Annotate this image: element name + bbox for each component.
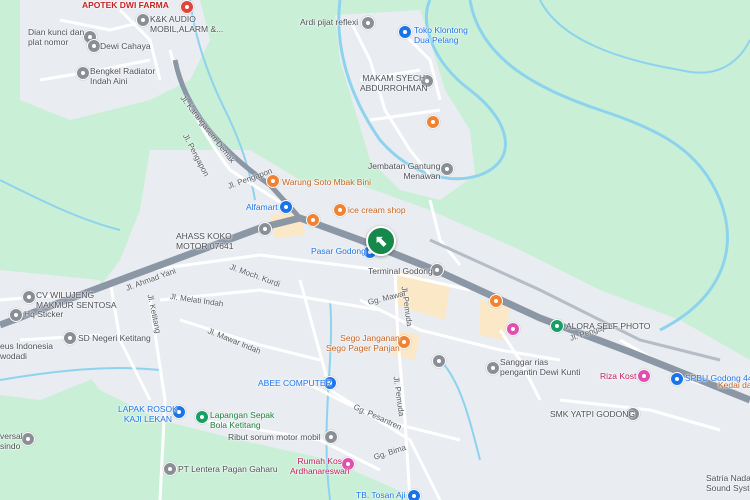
shop-icon[interactable] [407,489,421,500]
ice-cream-icon[interactable] [333,203,347,217]
place-label-smk-yatpi[interactable]: SMK YATPI GODONG [550,409,635,419]
place-pin-icon[interactable] [76,66,90,80]
place-label-telkom-indonesia[interactable]: eus Indonesia wodadi [0,341,53,361]
place-label-universal[interactable]: versal sindo [0,431,23,451]
place-label-rumah-kos[interactable]: Rumah Kos Ardhanareswari [290,456,350,476]
place-label-hq-sticker[interactable]: Hq Sticker [24,309,63,319]
current-location-icon[interactable]: ⬉ [366,226,396,256]
place-pin-icon[interactable] [21,432,35,446]
school-icon[interactable] [63,331,77,345]
restaurant-icon[interactable] [266,174,280,188]
place-label-kedai[interactable]: Kedai da [718,380,750,390]
place-label-pasar-godong[interactable]: Pasar Godong [311,246,366,256]
place-pin-icon[interactable] [22,290,36,304]
place-label-jembatan-gantung[interactable]: Jembatan Gantung Menawan [368,161,440,181]
place-label-pt-lentera[interactable]: PT Lentera Pagan Gaharu [178,464,278,474]
map-canvas[interactable]: Jl. Ahmad Yani Jl. Pengapon Jl. Pengapon… [0,0,750,500]
lodging-icon[interactable] [506,322,520,336]
place-pin-icon[interactable] [432,354,446,368]
place-pin-icon[interactable] [136,13,150,27]
restaurant-icon[interactable] [426,115,440,129]
pharmacy-icon[interactable] [180,0,194,14]
place-label-toko-klontong[interactable]: Toko Klontong Dua Pelang [414,25,468,45]
place-label-dewi-cahaya[interactable]: Dewi Cahaya [100,41,151,51]
place-label-apotek-dwi-farma[interactable]: APOTEK DWI FARMA [82,0,169,10]
place-pin-icon[interactable] [440,162,454,176]
place-pin-icon[interactable] [87,39,101,53]
place-label-sd-negeri[interactable]: SD Negeri Ketitang [78,333,151,343]
place-label-warung-soto[interactable]: Warung Soto Mbak Bini [282,177,371,187]
place-label-sego-janganan[interactable]: Sego Janganan Sego Pager Panjan [326,333,400,353]
place-label-ribut-sorum[interactable]: Ribut sorum motor mobil [228,432,321,442]
place-label-lapangan-sepak-bola[interactable]: Lapangan Sepak Bola Ketitang [210,410,274,430]
place-label-alora-self-photo[interactable]: ALORA SELF PHOTO [566,321,650,331]
shop-icon[interactable] [279,200,293,214]
place-label-kk-audio[interactable]: K&K AUDIO MOBIL,ALARM &... [150,14,223,34]
place-pin-icon[interactable] [361,16,375,30]
place-pin-icon[interactable] [486,361,500,375]
restaurant-icon[interactable] [306,213,320,227]
river-west [0,179,121,231]
place-pin-icon[interactable] [324,430,338,444]
place-pin-icon[interactable] [550,319,564,333]
place-label-abee-computer[interactable]: ABEE COMPUTER [258,378,332,388]
place-label-cv-wilujeng[interactable]: CV WILUJENG MAKMUR SENTOSA [36,290,117,310]
place-label-alfamart[interactable]: Alfamart [246,202,278,212]
place-label-riza-kost[interactable]: Riza Kost [600,371,636,381]
park-icon[interactable] [195,410,209,424]
place-label-bengkel-radiator[interactable]: Bengkel Radiator Indah Aini [90,66,155,86]
place-label-terminal-godong[interactable]: Terminal Godong [368,266,433,276]
place-label-sanggar-rias[interactable]: Sanggar rias pengantin Dewi Kunti [500,357,580,377]
place-label-ice-cream-shop[interactable]: ice cream shop [348,205,406,215]
place-pin-icon[interactable] [9,308,23,322]
restaurant-icon[interactable] [489,294,503,308]
place-label-ardi-pijat[interactable]: Ardi pijat reflexi [300,17,358,27]
shop-icon[interactable] [398,25,412,39]
place-label-dian-kunci[interactable]: Dian kunci dan plat nomor [28,27,84,47]
place-label-lapak-rosok[interactable]: LAPAK ROSOK KAJI LEKAN [118,404,178,424]
place-pin-icon[interactable] [258,222,272,236]
place-label-makam-syech[interactable]: MAKAM SYECH ABDURROHMAN [360,73,428,93]
place-label-ahass-koko[interactable]: AHASS KOKO MOTOR 07641 [176,231,233,251]
river-east-2 [539,0,750,74]
place-pin-icon[interactable] [163,462,177,476]
gas-station-icon[interactable] [670,372,684,386]
lodging-icon[interactable] [637,369,651,383]
place-label-satria-nada[interactable]: Satria Nada Sound System [706,473,750,493]
place-label-tb-tosan-aji[interactable]: TB. Tosan Aji [356,490,405,500]
